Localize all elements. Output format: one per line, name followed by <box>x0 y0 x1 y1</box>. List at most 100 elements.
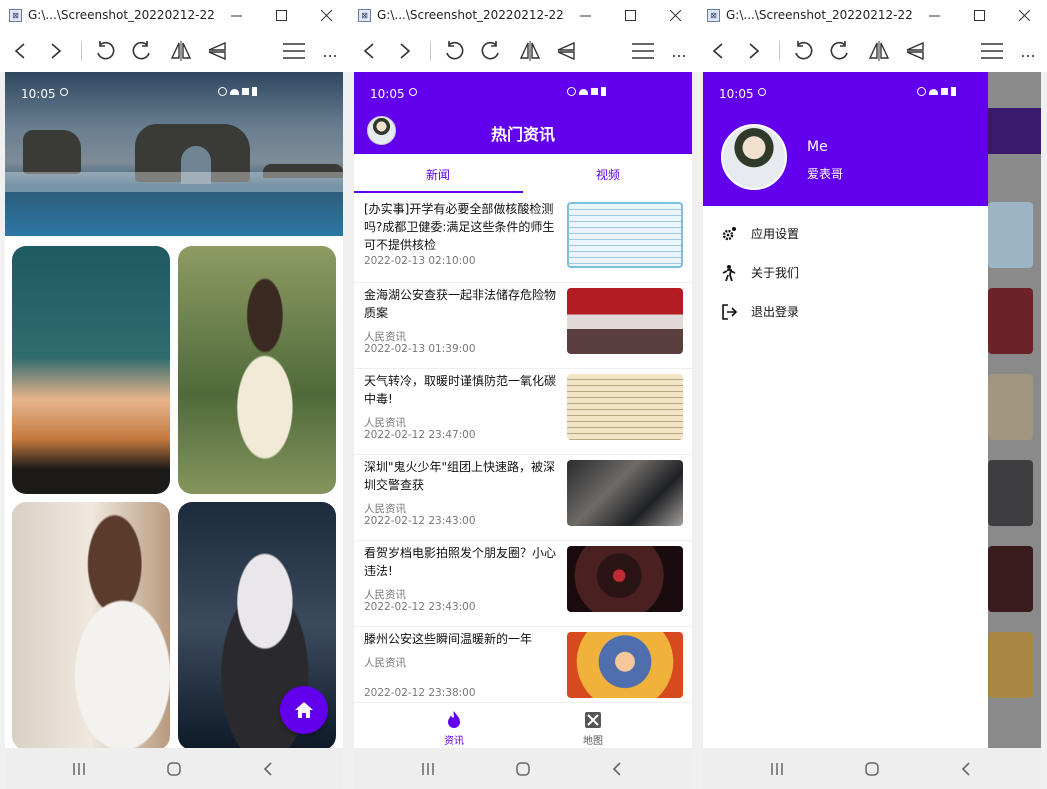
menu-item-label: 应用设置 <box>751 227 800 241</box>
news-item[interactable]: 深圳"鬼火少年"组团上快速路，被深圳交警查获 人民资讯 2022-02-12 2… <box>354 454 692 541</box>
back-button[interactable] <box>253 759 283 779</box>
rotate-left-icon[interactable] <box>440 38 468 64</box>
news-date: 2022-02-13 01:39:00 <box>364 343 476 355</box>
rotate-right-icon[interactable] <box>477 38 505 64</box>
recents-button[interactable] <box>64 759 94 779</box>
home-button[interactable] <box>857 759 887 779</box>
tab-news[interactable]: 新闻 <box>426 166 450 183</box>
recents-button[interactable] <box>413 759 443 779</box>
menu-item-logout[interactable]: 退出登录 <box>721 303 799 320</box>
previous-icon[interactable] <box>704 38 732 64</box>
minimize-button[interactable] <box>563 0 608 30</box>
back-button[interactable] <box>602 759 632 779</box>
user-avatar[interactable] <box>721 124 787 190</box>
news-title: 金海湖公安查获一起非法储存危险物质案 <box>364 288 557 320</box>
news-item[interactable]: 天气转冷，取暖时谨慎防范一氧化碳中毒! 人民资讯 2022-02-12 23:4… <box>354 368 692 455</box>
menu-item-about[interactable]: 关于我们 <box>721 264 799 281</box>
news-item[interactable]: 金海湖公安查获一起非法储存危险物质案 人民资讯 2022-02-13 01:39… <box>354 282 692 369</box>
next-icon[interactable] <box>740 38 768 64</box>
tab-indicator <box>354 191 523 193</box>
status-icons <box>218 87 257 96</box>
news-thumbnail <box>567 546 683 612</box>
rotate-right-icon[interactable] <box>826 38 854 64</box>
android-nav-bar <box>354 748 692 789</box>
phone-screen: 10:05 <box>5 72 343 748</box>
news-item[interactable]: 滕州公安这些瞬间温暖新的一年 人民资讯 2022-02-12 23:38:00 <box>354 626 692 704</box>
tab-video[interactable]: 视频 <box>596 166 620 183</box>
phone-screen: 10:05 热门资讯 新闻 视频 [办实事]开学有必要全部做核酸检测吗?成都卫健… <box>354 72 692 748</box>
gallery-image-3[interactable] <box>12 502 170 748</box>
close-button[interactable] <box>1002 0 1047 30</box>
home-button[interactable] <box>159 759 189 779</box>
home-button[interactable] <box>508 759 538 779</box>
flip-horizontal-icon[interactable] <box>167 38 195 64</box>
news-source: 人民资讯 <box>364 331 406 343</box>
alarm-icon <box>60 88 68 96</box>
alarm-icon <box>758 88 766 96</box>
rotate-left-icon[interactable] <box>789 38 817 64</box>
menu-item-settings[interactable]: 应用设置 <box>721 225 799 242</box>
flip-vertical-icon[interactable] <box>553 38 581 64</box>
news-date: 2022-02-12 23:47:00 <box>364 429 476 441</box>
app-icon: ⊠ <box>358 8 371 22</box>
status-bar: 10:05 <box>703 72 988 112</box>
minimize-button[interactable] <box>214 0 259 30</box>
close-button[interactable] <box>304 0 349 30</box>
close-button[interactable] <box>653 0 698 30</box>
more-icon[interactable]: ... <box>665 38 693 64</box>
flip-horizontal-icon[interactable] <box>516 38 544 64</box>
news-source: 人民资讯 <box>364 503 406 515</box>
flip-horizontal-icon[interactable] <box>865 38 893 64</box>
maximize-button[interactable] <box>259 0 304 30</box>
previous-icon[interactable] <box>355 38 383 64</box>
gallery-image-2[interactable] <box>178 246 336 494</box>
drawer-scrim[interactable] <box>988 72 1041 748</box>
maximize-button[interactable] <box>608 0 653 30</box>
menu-icon[interactable] <box>629 38 657 64</box>
viewer-toolbar: ... <box>698 30 1047 72</box>
toolbar-divider <box>81 41 82 61</box>
news-date: 2022-02-13 02:10:00 <box>364 255 476 267</box>
menu-item-label: 关于我们 <box>751 266 800 280</box>
viewer-toolbar: ... <box>349 30 698 72</box>
news-item[interactable]: 看贺岁档电影拍照发个朋友圈？小心违法! 人民资讯 2022-02-12 23:4… <box>354 540 692 627</box>
news-title: 看贺岁档电影拍照发个朋友圈？小心违法! <box>364 546 557 578</box>
more-icon[interactable]: ... <box>316 38 344 64</box>
alarm-icon <box>409 88 417 96</box>
rotate-right-icon[interactable] <box>128 38 156 64</box>
app-icon: ⊠ <box>707 8 720 22</box>
news-thumbnail <box>567 374 683 440</box>
back-button[interactable] <box>951 759 981 779</box>
window-title: G:\...\Screenshot_20220212-2205... <box>28 8 214 22</box>
news-source: 人民资讯 <box>364 657 406 669</box>
menu-icon[interactable] <box>978 38 1006 64</box>
news-title: 滕州公安这些瞬间温暖新的一年 <box>364 632 533 646</box>
minimize-button[interactable] <box>912 0 957 30</box>
user-name: Me <box>807 139 828 155</box>
gallery-image-1[interactable] <box>12 246 170 494</box>
status-time: 10:05 <box>719 87 754 101</box>
menu-icon[interactable] <box>280 38 308 64</box>
recents-button[interactable] <box>762 759 792 779</box>
rotate-left-icon[interactable] <box>91 38 119 64</box>
flip-vertical-icon[interactable] <box>204 38 232 64</box>
flip-vertical-icon[interactable] <box>902 38 930 64</box>
news-thumbnail <box>567 288 683 354</box>
title-bar[interactable]: ⊠ G:\...\Screenshot_20220212-2205... <box>0 0 349 30</box>
news-title: [办实事]开学有必要全部做核酸检测吗?成都卫健委:满足这些条件的师生可不提供核检 <box>364 202 555 252</box>
app-bar: 10:05 热门资讯 <box>354 72 692 154</box>
previous-icon[interactable] <box>6 38 34 64</box>
home-fab[interactable] <box>280 686 328 734</box>
title-bar[interactable]: ⊠ G:\...\Screenshot_20220212-2205... <box>698 0 1047 30</box>
maximize-button[interactable] <box>957 0 1002 30</box>
title-bar[interactable]: ⊠ G:\...\Screenshot_20220212-2205... <box>349 0 698 30</box>
person-icon <box>721 264 737 281</box>
news-item[interactable]: [办实事]开学有必要全部做核酸检测吗?成都卫健委:满足这些条件的师生可不提供核检… <box>354 196 692 283</box>
next-icon[interactable] <box>391 38 419 64</box>
next-icon[interactable] <box>42 38 70 64</box>
viewer-toolbar: ... <box>0 30 349 72</box>
nav-news[interactable]: 资讯 <box>429 711 479 747</box>
more-icon[interactable]: ... <box>1014 38 1042 64</box>
viewer-window-1: ⊠ G:\...\Screenshot_20220212-2205... ...… <box>0 0 349 789</box>
nav-map[interactable]: 地图 <box>568 711 618 747</box>
